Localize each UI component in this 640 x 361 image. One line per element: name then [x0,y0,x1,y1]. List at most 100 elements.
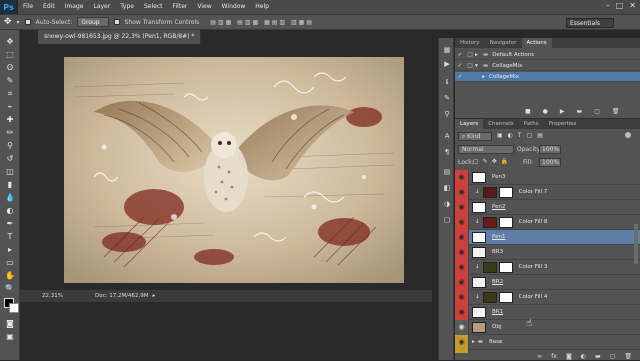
tool-preset-dropdown[interactable]: ▾ [17,19,20,26]
tab-channels[interactable]: Channels [483,119,518,129]
checkmark-icon[interactable]: ✓ [455,74,465,80]
move-tool-icon[interactable]: ✥ [3,36,17,47]
opacity-field[interactable]: 100% [539,145,561,154]
actions-panel-icon[interactable]: ▶ [442,60,452,69]
hand-tool-icon[interactable]: ✋ [3,270,17,281]
paragraph-panel-icon[interactable]: ¶ [442,148,452,157]
tab-history[interactable]: History [455,38,485,48]
layer-row[interactable]: ◉ BR1 [455,304,640,320]
stop-icon[interactable]: ■ [525,108,531,115]
menu-help[interactable]: Help [250,0,274,14]
layer-row[interactable]: ◉ Pen1 [455,229,640,245]
visibility-eye-icon[interactable]: ◉ [455,244,469,260]
eraser-tool-icon[interactable]: ◫ [3,166,17,177]
blend-mode-dropdown[interactable]: Normal [458,145,514,154]
minimize-icon[interactable]: – [606,1,610,10]
action-row[interactable]: ✓ ▸ CollageMix [455,72,640,82]
tab-navigator[interactable]: Navigator [485,38,522,48]
canvas[interactable] [64,57,404,283]
filter-icons[interactable]: ▣◐T▢▤ [497,132,548,139]
visibility-eye-icon[interactable]: ◉ [455,184,469,200]
layer-row[interactable]: ◉ BR2 [455,274,640,290]
collapse-arrow-icon[interactable]: ▾ [475,63,483,69]
layers-scrollbar[interactable] [634,224,638,264]
healing-brush-icon[interactable]: ✚ [3,114,17,125]
delete-icon[interactable]: 🗑 [612,108,620,115]
visibility-eye-icon[interactable]: ◉ [455,289,469,305]
expand-arrow-icon[interactable]: ▸ [472,339,475,345]
layer-mask-thumbnail[interactable] [498,291,513,303]
path-select-tool-icon[interactable]: ▸ [3,244,17,255]
menu-image[interactable]: Image [60,0,89,14]
status-menu-arrow[interactable]: ▸ [153,293,156,299]
brush-panel-icon[interactable]: ✎ [442,94,452,103]
layer-mask-thumbnail[interactable] [498,186,513,198]
expand-arrow-icon[interactable]: ▸ [475,52,483,58]
layer-row[interactable]: ◉ Obj [455,319,640,335]
visibility-eye-icon[interactable]: ◉ [455,319,469,335]
filter-toggle[interactable] [625,132,631,138]
transform-controls-checkbox[interactable] [113,19,120,25]
dialog-toggle-icon[interactable]: □ [465,52,475,58]
adjustments-panel-icon[interactable]: ◑ [442,200,452,209]
menu-file[interactable]: File [18,0,38,14]
document-tab[interactable]: snowy-owl-981653.jpg @ 22,3% (Pen1, RGB/… [38,30,202,44]
tab-properties[interactable]: Properties [544,119,582,129]
shape-tool-icon[interactable]: ▭ [3,257,17,268]
dodge-tool-icon[interactable]: ◐ [3,205,17,216]
layer-row[interactable]: ◉ ▸ ▬ Base [455,334,640,350]
eyedropper-tool-icon[interactable]: ⌁ [3,101,17,112]
tab-layers[interactable]: Layers [455,119,484,129]
crop-tool-icon[interactable]: ⌗ [3,88,17,99]
menu-view[interactable]: View [192,0,216,14]
quick-select-tool-icon[interactable]: ✎ [3,75,17,86]
tab-actions[interactable]: Actions [521,38,552,48]
clone-stamp-icon[interactable]: ⚲ [3,140,17,151]
blur-tool-icon[interactable]: 💧 [3,192,17,203]
record-icon[interactable]: ● [543,108,548,115]
play-icon[interactable]: ▶ [560,108,565,115]
layer-row[interactable]: ◉ Pen3 [455,170,640,185]
expand-arrow-icon[interactable]: ▸ [475,74,489,80]
history-panel-icon[interactable]: ▦ [442,46,452,55]
visibility-eye-icon[interactable]: ◉ [455,304,469,320]
action-set-row[interactable]: ✓ □ ▾ ▬ CollageMix [455,61,640,71]
fill-field[interactable]: 100% [539,158,561,167]
new-set-icon[interactable]: ▬ [577,108,583,115]
auto-select-checkbox[interactable] [24,19,31,25]
visibility-eye-icon[interactable]: ◉ [455,259,469,275]
auto-select-dropdown[interactable]: Group [77,17,109,27]
checkmark-icon[interactable]: ✓ [455,63,465,69]
menu-select[interactable]: Select [139,0,168,14]
filter-kind-dropdown[interactable]: ⌕ Kind [458,132,492,141]
visibility-eye-icon[interactable]: ◉ [455,229,469,245]
character-panel-icon[interactable]: A [442,132,452,141]
type-tool-icon[interactable]: T [3,231,17,242]
visibility-eye-icon[interactable]: ◉ [455,334,469,350]
background-color-swatch[interactable] [9,303,19,313]
layer-row[interactable]: ◉ ↓ Color Fill 8 [455,214,640,230]
new-action-icon[interactable]: ▢ [594,108,600,115]
brush-tool-icon[interactable]: ✏ [3,127,17,138]
history-brush-icon[interactable]: ↺ [3,153,17,164]
align-icons[interactable]: ▤▥▦ ▤▥▦ ▦▤▥ ▥▦▤ [210,19,314,26]
screen-mode-icon[interactable]: ▣ [3,331,17,342]
layer-row[interactable]: ◉ BR3 [455,244,640,260]
pen-tool-icon[interactable]: ✒ [3,218,17,229]
visibility-eye-icon[interactable]: ◉ [455,214,469,230]
layer-mask-thumbnail[interactable] [498,261,513,273]
visibility-eye-icon[interactable]: ◉ [455,170,469,185]
clone-source-icon[interactable]: ⚲ [442,110,452,119]
marquee-tool-icon[interactable]: ⬚ [3,49,17,60]
menu-type[interactable]: Type [115,0,139,14]
workspace-switcher[interactable]: Essentials [566,18,614,28]
visibility-eye-icon[interactable]: ◉ [455,199,469,215]
quick-mask-icon[interactable]: ◙ [3,318,17,329]
close-icon[interactable]: ✕ [629,1,636,10]
zoom-tool-icon[interactable]: 🔍 [3,283,17,294]
maximize-icon[interactable]: □ [616,1,624,10]
menu-edit[interactable]: Edit [38,0,60,14]
gradient-tool-icon[interactable]: ▮ [3,179,17,190]
menu-window[interactable]: Window [217,0,251,14]
info-panel-icon[interactable]: ℹ [442,78,452,87]
